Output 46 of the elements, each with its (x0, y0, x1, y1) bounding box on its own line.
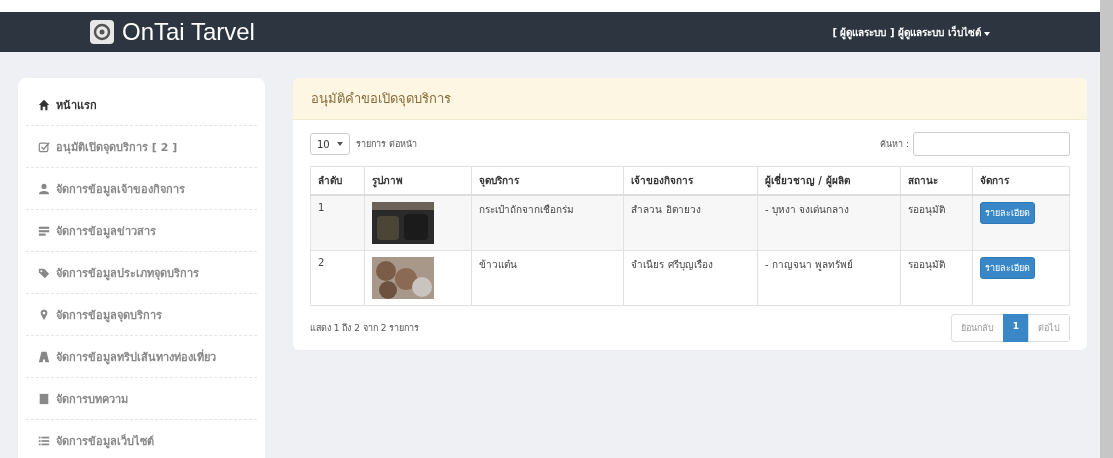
table-cell: 2 (310, 250, 365, 306)
table-cell: 1 (310, 195, 365, 251)
sidebar-item[interactable]: จัดการข้อมูลประเภทจุดบริการ (26, 252, 257, 294)
user-menu[interactable]: [ ผู้ดูแลระบบ ] ผู้ดูแลระบบ เว็บไซต์ (832, 24, 990, 40)
table-cell: - กาญจนา พูลทรัพย์ (757, 250, 901, 306)
pagination-button[interactable]: ต่อไป (1028, 314, 1070, 342)
caret-icon (337, 142, 343, 146)
sidebar-item[interactable]: จัดการบทความ (26, 378, 257, 420)
sidebar-item[interactable]: จัดการข้อมูลจุดบริการ (26, 294, 257, 336)
details-button[interactable]: รายละเอียด (979, 257, 1035, 279)
sidebar-item[interactable]: จัดการข้อมูลข่าวสาร (26, 210, 257, 252)
table-info: แสดง 1 ถึง 2 จาก 2 รายการ (310, 322, 420, 335)
table-cell: กระเป๋าถักจากเชือกร่ม (471, 195, 624, 251)
book-icon (38, 392, 50, 405)
photo-placeholder (372, 257, 435, 299)
panel-title: อนุมัติคำขอเปิดจุดบริการ (293, 78, 1087, 120)
page-size-label: รายการ ต่อหน้า (356, 138, 417, 151)
search-field[interactable] (913, 132, 1070, 156)
pin-icon (38, 308, 50, 321)
sidebar-item[interactable]: จัดการข้อมูลทริปเส้นทางท่องเที่ยว (26, 336, 257, 378)
scrollbar[interactable] (1100, 0, 1113, 458)
home-icon (38, 98, 50, 111)
check-icon (38, 140, 50, 153)
logo-icon (90, 20, 114, 44)
sidebar-item[interactable]: จัดการข้อมูลเว็บไซต์ (26, 420, 257, 458)
table-cell: - บุหงา จงเด่นกลาง (757, 195, 901, 251)
table-cell: สำลวน อิตายวง (623, 195, 758, 251)
caret-icon (984, 31, 990, 36)
table-cell: จำเนียร ศรีบุญเรือง (623, 250, 758, 306)
list-icon (38, 434, 50, 447)
page-size-select[interactable]: 10 (310, 133, 350, 155)
road-icon (38, 350, 50, 363)
user-icon (38, 182, 50, 195)
search-label: ค้นหา : (880, 138, 909, 151)
table-cell: รออนุมัติ (900, 250, 973, 306)
sidebar-item[interactable]: อนุมัติเปิดจุดบริการ [ 2 ] (26, 126, 257, 168)
pagination-button[interactable]: ย้อนกลับ (950, 314, 1004, 342)
news-icon (38, 224, 50, 237)
sidebar-item[interactable]: หน้าแรก (26, 84, 257, 126)
brand-name[interactable]: OnTai Tarvel (122, 18, 255, 46)
table-cell: ข้าวแต๋น (471, 250, 624, 306)
table-cell: รออนุมัติ (900, 195, 973, 251)
details-button[interactable]: รายละเอียด (979, 202, 1035, 224)
photo-placeholder (372, 202, 435, 244)
sidebar-item[interactable]: จัดการข้อมูลเจ้าของกิจการ (26, 168, 257, 210)
tags-icon (38, 266, 50, 279)
